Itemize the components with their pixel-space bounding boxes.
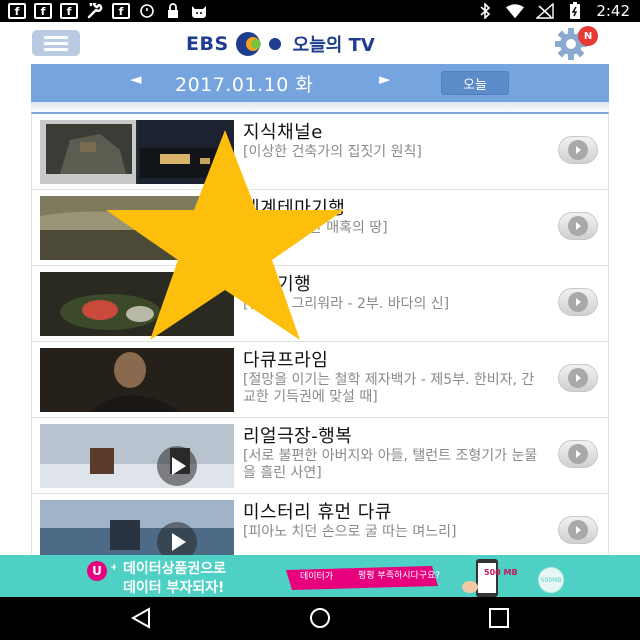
- notification-badge: N: [578, 26, 598, 46]
- logo-ebs-text: EBS: [186, 33, 229, 55]
- program-detail-button[interactable]: [558, 440, 598, 468]
- home-circle-icon: [310, 608, 330, 628]
- bluetooth-icon: [476, 3, 494, 19]
- program-description: [피아노 치던 손으로 굴 따는 며느리]: [243, 524, 457, 540]
- svg-text:+: +: [110, 562, 116, 573]
- program-title: 미스터리 휴먼 다큐: [243, 502, 392, 523]
- recents-button[interactable]: [486, 607, 512, 629]
- date-bar: ◄ 2017.01.10 화 ► 오늘: [31, 64, 609, 102]
- no-signal-icon: [536, 3, 555, 19]
- program-detail-button[interactable]: [558, 516, 598, 544]
- wrench-icon: [86, 3, 104, 19]
- ebs-logo: EBS 오늘의 TV: [186, 28, 375, 60]
- hamburger-line: [44, 35, 68, 39]
- program-thumbnail: [40, 500, 234, 555]
- program-title: 다큐프라임: [243, 350, 329, 371]
- facebook-icon: f: [112, 3, 130, 19]
- program-item[interactable]: 다큐프라임 [절망을 이기는 철학 제자백가 - 제5부. 한비자, 간교한 기…: [32, 342, 608, 418]
- cat-icon: [190, 3, 208, 19]
- back-button[interactable]: [129, 607, 155, 629]
- chevron-right-icon: [568, 520, 588, 540]
- back-triangle-icon: [130, 607, 150, 629]
- today-button[interactable]: 오늘: [441, 71, 509, 95]
- ad-bubble-text: 펑펑 부족하시다구요?: [358, 571, 441, 581]
- program-title: 리얼극장-행복: [243, 426, 353, 447]
- status-bar: f f f f 2:42: [0, 0, 640, 22]
- chevron-right-icon: [568, 140, 588, 160]
- alarm-icon: [138, 3, 156, 19]
- prev-day-button[interactable]: ◄: [130, 70, 142, 88]
- program-item[interactable]: 미스터리 휴먼 다큐 [피아노 치던 손으로 굴 따는 며느리]: [32, 494, 608, 555]
- program-detail-button[interactable]: [558, 136, 598, 164]
- play-icon[interactable]: [157, 522, 197, 555]
- logo-circles-icon: [235, 31, 287, 57]
- uplus-logo-icon: U +: [86, 560, 118, 582]
- wifi-icon: [506, 3, 525, 19]
- program-detail-button[interactable]: [558, 212, 598, 240]
- navigation-bar: [0, 597, 640, 640]
- ad-banner[interactable]: U + 데이터상품권으로 데이터 부자되자! 데이터가 펑펑 부족하시다구요? 5…: [0, 555, 640, 597]
- program-detail-button[interactable]: [558, 364, 598, 392]
- ad-coin: 500MB: [538, 567, 564, 593]
- lock-icon: [164, 3, 182, 19]
- program-description: [서로 불편한 아버지와 아들, 탤런트 조형기가 눈물을 흘린 사연]: [243, 448, 538, 481]
- clock: 2:42: [596, 2, 630, 20]
- next-day-button[interactable]: ►: [379, 70, 391, 88]
- program-item[interactable]: 리얼극장-행복 [서로 불편한 아버지와 아들, 탤런트 조형기가 눈물을 흘린…: [32, 418, 608, 494]
- program-thumbnail: [40, 348, 234, 412]
- program-description: [절망을 이기는 철학 제자백가 - 제5부. 한비자, 간교한 기득권에 맞설…: [243, 372, 535, 405]
- hamburger-line: [44, 47, 68, 51]
- recents-square-icon: [489, 608, 509, 628]
- current-date: 2017.01.10 화: [175, 74, 314, 96]
- facebook-icon: f: [60, 3, 78, 19]
- phone-icon: [462, 557, 510, 597]
- program-detail-button[interactable]: [558, 288, 598, 316]
- ad-subheadline: 데이터 부자되자!: [123, 580, 225, 596]
- ad-bubble-text: 데이터가: [300, 572, 334, 582]
- program-thumbnail: [40, 424, 234, 488]
- chevron-right-icon: [568, 368, 588, 388]
- play-icon[interactable]: [157, 446, 197, 486]
- star-overlay: [100, 126, 350, 344]
- chevron-right-icon: [568, 292, 588, 312]
- battery-icon: [566, 2, 584, 19]
- chevron-right-icon: [568, 444, 588, 464]
- hamburger-line: [44, 41, 68, 45]
- menu-button[interactable]: [32, 30, 80, 56]
- logo-service-text: 오늘의 TV: [292, 35, 375, 56]
- ad-headline: 데이터상품권으로: [123, 561, 227, 577]
- ad-data-amount: 500 MB: [484, 568, 518, 577]
- app-header: EBS 오늘의 TV N: [0, 22, 640, 64]
- settings-button[interactable]: N: [554, 26, 598, 60]
- chevron-right-icon: [568, 216, 588, 236]
- facebook-icon: f: [8, 3, 26, 19]
- svg-text:U: U: [92, 564, 102, 578]
- facebook-icon: f: [34, 3, 52, 19]
- home-button[interactable]: [307, 607, 333, 629]
